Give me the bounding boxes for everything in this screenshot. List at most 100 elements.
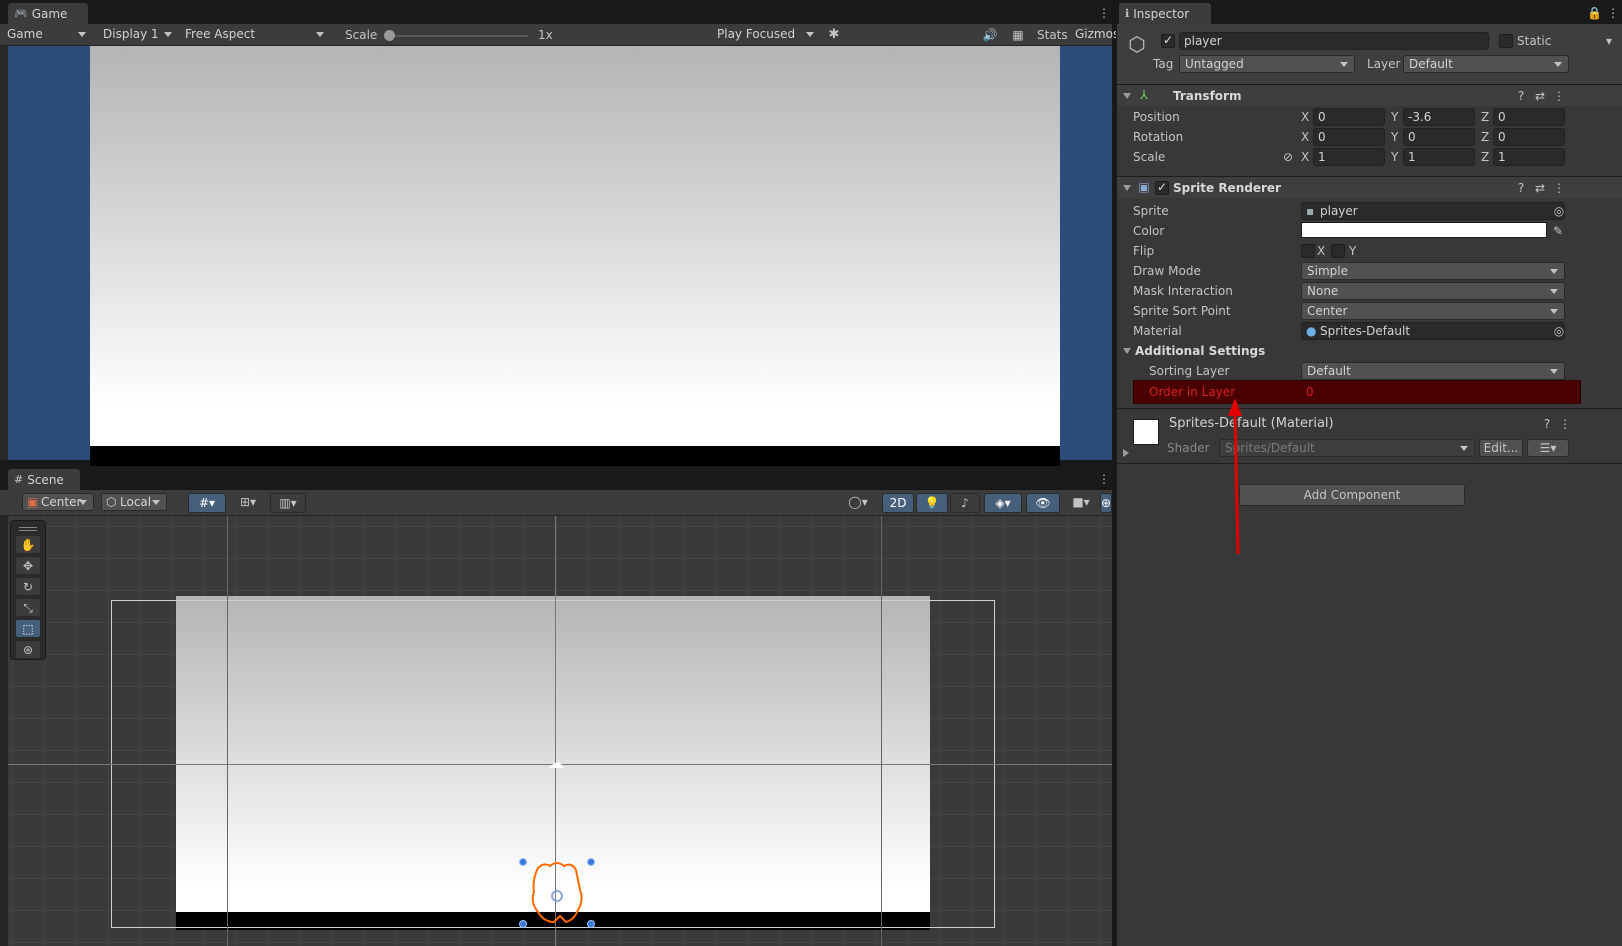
shader-options-button[interactable]: ☰▾ — [1527, 439, 1569, 457]
flip-x-checkbox[interactable] — [1301, 244, 1315, 258]
rect-handle-tl[interactable] — [519, 858, 527, 866]
more-options-icon[interactable]: ⋮ — [1098, 6, 1110, 20]
transform-header[interactable]: ⅄ Transform ? ⇄ ⋮ — [1117, 84, 1622, 106]
grid-snap-button[interactable]: #▾ — [188, 493, 226, 513]
additional-settings-foldout-icon[interactable] — [1123, 348, 1131, 354]
position-z-field[interactable]: 0 — [1493, 108, 1565, 126]
move-tool-button[interactable]: ✥ — [15, 556, 41, 575]
mat-menu-icon[interactable]: ⋮ — [1559, 417, 1571, 431]
order-in-layer-value[interactable]: 0 — [1306, 383, 1314, 401]
visibility-button[interactable]: 👁 — [1026, 493, 1060, 513]
effects-button[interactable]: ◈▾ — [984, 493, 1022, 513]
inspector-more-icon[interactable]: ⋮ — [1607, 6, 1619, 20]
display-dropdown[interactable]: Display 1 — [98, 26, 178, 44]
tag-dropdown[interactable]: Untagged — [1179, 55, 1355, 73]
scene-tab-label: Scene — [27, 472, 64, 487]
help-icon[interactable]: ? — [1515, 89, 1527, 103]
component-menu-icon[interactable]: ⋮ — [1553, 89, 1565, 103]
audio-icon[interactable]: 🔊 — [982, 28, 998, 42]
lock-icon[interactable]: 🔒 — [1587, 6, 1602, 20]
grid-icon[interactable]: ▦ — [1010, 28, 1026, 42]
order-in-layer-row[interactable]: Order in Layer 0 — [1133, 380, 1581, 404]
constrain-proportions-icon[interactable]: ⊘ — [1281, 150, 1295, 164]
additional-settings-label[interactable]: Additional Settings — [1135, 342, 1265, 360]
sorting-layer-dropdown[interactable]: Default — [1301, 362, 1565, 380]
material-foldout-icon[interactable] — [1123, 449, 1129, 457]
tab-inspector[interactable]: ℹ Inspector — [1119, 3, 1211, 24]
add-component-button[interactable]: Add Component — [1239, 484, 1465, 506]
scale-z-field[interactable]: 1 — [1493, 148, 1565, 166]
rect-handle-bl[interactable] — [519, 920, 527, 928]
scale-tool-button[interactable]: ⤡ — [15, 598, 41, 617]
sprite-renderer-header[interactable]: ▣ Sprite Renderer ? ⇄ ⋮ — [1117, 176, 1622, 198]
draw-mode-dropdown[interactable]: Simple — [1301, 262, 1565, 280]
transform-foldout-icon[interactable] — [1123, 93, 1131, 99]
bug-icon[interactable]: ✱ — [826, 28, 842, 42]
color-swatch[interactable] — [1301, 222, 1547, 238]
scene-viewport[interactable]: ☁ — [8, 516, 1112, 946]
sprite-object-field[interactable]: ▪ player — [1301, 202, 1565, 220]
snap-increment-button[interactable]: ⊞▾ — [230, 493, 266, 513]
scale-y-field[interactable]: 1 — [1403, 148, 1475, 166]
layer-dropdown[interactable]: Default — [1403, 55, 1569, 73]
rect-tool-button[interactable]: ⬚ — [15, 619, 41, 638]
scale-slider-track[interactable] — [388, 35, 528, 37]
sr-help-icon[interactable]: ? — [1515, 181, 1527, 195]
mask-interaction-dropdown[interactable]: None — [1301, 282, 1565, 300]
toggle-2d-button[interactable]: 2D — [882, 493, 914, 513]
camera-gizmo-icon[interactable]: ☁ — [544, 755, 568, 771]
eyedropper-icon[interactable]: ✎ — [1551, 224, 1565, 238]
tab-scene[interactable]: # Scene — [8, 469, 80, 490]
shader-dropdown[interactable]: Sprites/Default — [1219, 439, 1475, 457]
shader-edit-button[interactable]: Edit... — [1479, 439, 1523, 457]
sort-point-dropdown[interactable]: Center — [1301, 302, 1565, 320]
material-picker-icon[interactable]: ◎ — [1553, 324, 1565, 338]
active-checkbox[interactable] — [1161, 33, 1175, 48]
pivot-dropdown[interactable]: ▣ Center — [22, 493, 94, 511]
presets-icon[interactable]: ⇄ — [1533, 89, 1547, 103]
camera-button[interactable]: ■▾ — [1064, 493, 1098, 513]
mat-help-icon[interactable]: ? — [1541, 417, 1553, 431]
palette-drag-handle[interactable] — [19, 527, 37, 528]
sprite-renderer-icon: ▣ — [1138, 180, 1150, 194]
hand-tool-button[interactable]: ✋ — [15, 535, 41, 554]
mute-icon: ♪ — [961, 496, 969, 510]
rotation-x-field[interactable]: 0 — [1313, 128, 1385, 146]
object-name-field[interactable]: player — [1179, 32, 1489, 50]
gizmos-toggle-button[interactable]: ⊕ — [1100, 493, 1112, 513]
sr-component-menu-icon[interactable]: ⋮ — [1553, 181, 1565, 195]
player-sprite[interactable] — [520, 856, 594, 928]
sprite-renderer-foldout-icon[interactable] — [1123, 185, 1131, 191]
sprite-picker-icon[interactable]: ◎ — [1553, 204, 1565, 218]
rotation-y-field[interactable]: 0 — [1403, 128, 1475, 146]
rect-handle-br[interactable] — [587, 920, 595, 928]
sr-presets-icon[interactable]: ⇄ — [1533, 181, 1547, 195]
scale-slider-handle[interactable] — [384, 30, 395, 41]
static-checkbox[interactable] — [1499, 34, 1513, 48]
aspect-dropdown[interactable]: Free Aspect — [180, 26, 330, 44]
draw-mode-button[interactable]: ◯▾ — [838, 493, 878, 513]
scale-x-field[interactable]: 1 — [1313, 148, 1385, 166]
grid-line-right — [881, 516, 882, 946]
rotate-tool-button[interactable]: ↻ — [15, 577, 41, 596]
position-y-field[interactable]: -3.6 — [1403, 108, 1475, 126]
game-view-dropdown[interactable]: Game — [2, 26, 92, 44]
move-tool-icon: ✥ — [22, 559, 34, 573]
tab-game[interactable]: 🎮 Game — [8, 3, 88, 24]
position-x-field[interactable]: 0 — [1313, 108, 1385, 126]
rotation-z-field[interactable]: 0 — [1493, 128, 1565, 146]
game-viewport[interactable] — [8, 46, 1112, 466]
material-object-field[interactable]: ● Sprites-Default — [1301, 322, 1565, 340]
stats-button[interactable]: Stats — [1037, 26, 1068, 44]
flip-y-checkbox[interactable] — [1331, 244, 1345, 258]
rect-handle-tr[interactable] — [587, 858, 595, 866]
play-mode-dropdown[interactable]: Play Focused — [712, 26, 820, 44]
sprite-renderer-enabled-checkbox[interactable] — [1155, 180, 1169, 195]
static-dropdown-icon[interactable]: ▾ — [1603, 34, 1615, 48]
space-dropdown[interactable]: ⬡ Local — [101, 493, 167, 511]
audio-toggle-button[interactable]: ♪ — [950, 493, 980, 513]
align-button[interactable]: ▥▾ — [270, 493, 306, 513]
scene-more-options-icon[interactable]: ⋮ — [1098, 472, 1110, 486]
lighting-button[interactable]: 💡 — [916, 493, 948, 513]
transform-tool-button[interactable]: ⊛ — [15, 640, 41, 659]
